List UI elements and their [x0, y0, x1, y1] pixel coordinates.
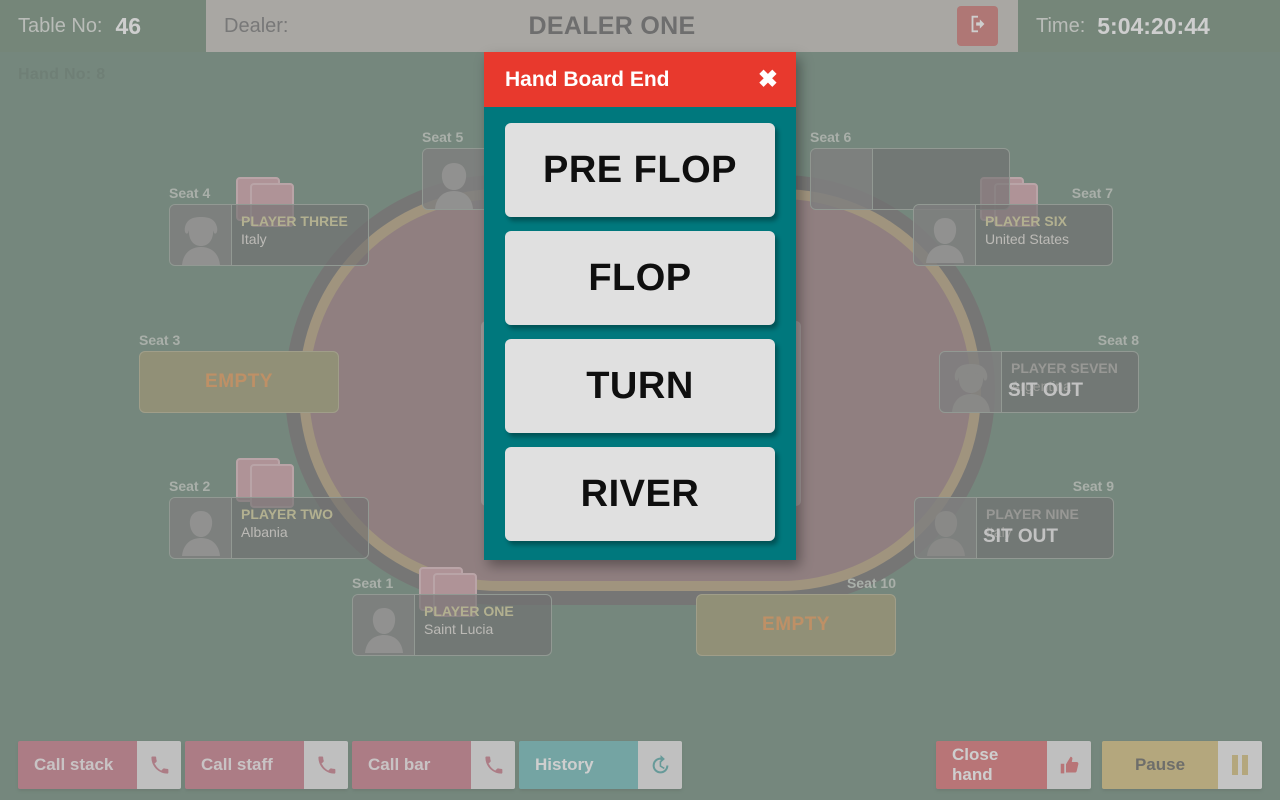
logout-icon — [967, 13, 989, 40]
dealer-name: DEALER ONE — [528, 11, 696, 40]
seat-7-player-country: United States — [985, 231, 1070, 247]
seat-1-info: PLAYER ONE Saint Lucia — [415, 595, 551, 655]
avatar-female-icon — [423, 149, 485, 209]
thumbs-up-icon — [1047, 741, 1091, 789]
seat-3[interactable]: Seat 3 EMPTY — [139, 332, 339, 413]
dialog-body: PRE FLOP FLOP TURN RIVER — [484, 107, 796, 560]
avatar-male-icon — [914, 205, 976, 265]
dealer-panel: Dealer: DEALER ONE — [206, 0, 1018, 52]
avatar-female-icon — [940, 352, 1002, 412]
pause-label: Pause — [1102, 741, 1218, 789]
flop-button[interactable]: FLOP — [505, 231, 775, 325]
history-label: History — [519, 741, 638, 789]
seat-4-player-country: Italy — [241, 231, 267, 247]
seat-2-info: PLAYER TWO Albania — [232, 498, 368, 558]
avatar-male-icon — [353, 595, 415, 655]
seat-4-label: Seat 4 — [169, 185, 211, 201]
seat-4-player-name: PLAYER THREE — [241, 213, 348, 229]
pause-icon — [1218, 741, 1262, 789]
seat-9-label: Seat 9 — [1072, 478, 1114, 494]
time-label: Time: — [1036, 14, 1086, 37]
seat-7-player-name: PLAYER SIX — [985, 213, 1067, 229]
seat-9-status-badge: SIT OUT — [983, 526, 1058, 547]
history-button[interactable]: History — [519, 741, 682, 789]
seat-7-player-card[interactable]: PLAYER SIX United States — [913, 204, 1113, 266]
poker-table-app: Table No: 46 Dealer: DEALER ONE Time: 5:… — [0, 0, 1280, 800]
call-staff-label: Call staff — [185, 741, 304, 789]
logout-button[interactable] — [957, 6, 998, 46]
seat-2[interactable]: Seat 2 PLAYER TWO Albania — [169, 478, 369, 559]
table-no-value: 46 — [115, 12, 142, 39]
phone-icon — [471, 741, 515, 789]
seat-1-label: Seat 1 — [352, 575, 394, 591]
seat-3-empty-text: EMPTY — [205, 371, 273, 392]
call-stack-button[interactable]: Call stack — [18, 741, 181, 789]
avatar-placeholder-icon — [811, 149, 873, 209]
seat-2-player-card[interactable]: PLAYER TWO Albania — [169, 497, 369, 559]
seat-6-label: Seat 6 — [810, 129, 852, 145]
dialog-title: Hand Board End — [505, 67, 670, 91]
river-button[interactable]: RIVER — [505, 447, 775, 541]
seat-8[interactable]: Seat 8 PLAYER SEVEN Argentina SIT OUT — [939, 332, 1139, 413]
top-bar: Table No: 46 Dealer: DEALER ONE Time: 5:… — [0, 0, 1280, 52]
table-no-label: Table No: — [18, 14, 103, 37]
seat-9-player-name: PLAYER NINE — [986, 506, 1079, 522]
seat-1[interactable]: Seat 1 PLAYER ONE Saint Lucia — [352, 575, 552, 656]
seat-2-label: Seat 2 — [169, 478, 211, 494]
history-icon — [638, 741, 682, 789]
avatar-male-icon — [915, 498, 977, 558]
seat-9[interactable]: Seat 9 PLAYER NINE Italy SIT OUT — [914, 478, 1114, 559]
pause-button[interactable]: Pause — [1102, 741, 1262, 789]
dialog-header: Hand Board End ✖ — [484, 52, 796, 107]
seat-8-player-card[interactable]: PLAYER SEVEN Argentina SIT OUT — [939, 351, 1139, 413]
hand-board-end-dialog: Hand Board End ✖ PRE FLOP FLOP TURN RIVE… — [484, 52, 796, 560]
seat-3-label: Seat 3 — [139, 332, 181, 348]
turn-button[interactable]: TURN — [505, 339, 775, 433]
close-hand-button[interactable]: Close hand — [936, 741, 1091, 789]
call-stack-label: Call stack — [18, 741, 137, 789]
seat-10-empty-card[interactable]: EMPTY — [696, 594, 896, 656]
seat-2-player-country: Albania — [241, 524, 288, 540]
seat-1-player-card[interactable]: PLAYER ONE Saint Lucia — [352, 594, 552, 656]
seat-1-player-name: PLAYER ONE — [424, 603, 514, 619]
pre-flop-button[interactable]: PRE FLOP — [505, 123, 775, 217]
phone-icon — [304, 741, 348, 789]
avatar-female-icon — [170, 205, 232, 265]
seat-7-info: PLAYER SIX United States — [976, 205, 1112, 265]
table-number-panel: Table No: 46 — [0, 0, 206, 52]
seat-8-label: Seat 8 — [1097, 332, 1139, 348]
time-panel: Time: 5:04:20:44 — [1018, 0, 1280, 52]
seat-4[interactable]: Seat 4 PLAYER THREE Italy — [169, 185, 369, 266]
seat-1-player-country: Saint Lucia — [424, 621, 494, 637]
call-staff-button[interactable]: Call staff — [185, 741, 348, 789]
seat-10[interactable]: Seat 10 EMPTY — [696, 575, 896, 656]
seat-3-empty-card[interactable]: EMPTY — [139, 351, 339, 413]
time-value: 5:04:20:44 — [1097, 12, 1210, 39]
seat-10-empty-text: EMPTY — [762, 614, 830, 635]
call-bar-button[interactable]: Call bar — [352, 741, 515, 789]
hand-number: Hand No: 8 — [18, 66, 106, 83]
bottom-toolbar: Call stack Call staff Call bar History C… — [0, 730, 1280, 800]
seat-7[interactable]: Seat 7 PLAYER SIX United States — [913, 185, 1113, 266]
seat-4-info: PLAYER THREE Italy — [232, 205, 368, 265]
phone-icon — [137, 741, 181, 789]
seat-8-player-name: PLAYER SEVEN — [1011, 360, 1118, 376]
seat-7-label: Seat 7 — [1071, 185, 1113, 201]
seat-8-status-badge: SIT OUT — [1008, 380, 1083, 401]
close-hand-label: Close hand — [936, 741, 1047, 789]
seat-4-player-card[interactable]: PLAYER THREE Italy — [169, 204, 369, 266]
seat-2-player-name: PLAYER TWO — [241, 506, 334, 522]
call-bar-label: Call bar — [352, 741, 471, 789]
seat-9-player-card[interactable]: PLAYER NINE Italy SIT OUT — [914, 497, 1114, 559]
close-icon[interactable]: ✖ — [758, 67, 778, 92]
avatar-male-icon — [170, 498, 232, 558]
seat-10-label: Seat 10 — [846, 575, 896, 591]
